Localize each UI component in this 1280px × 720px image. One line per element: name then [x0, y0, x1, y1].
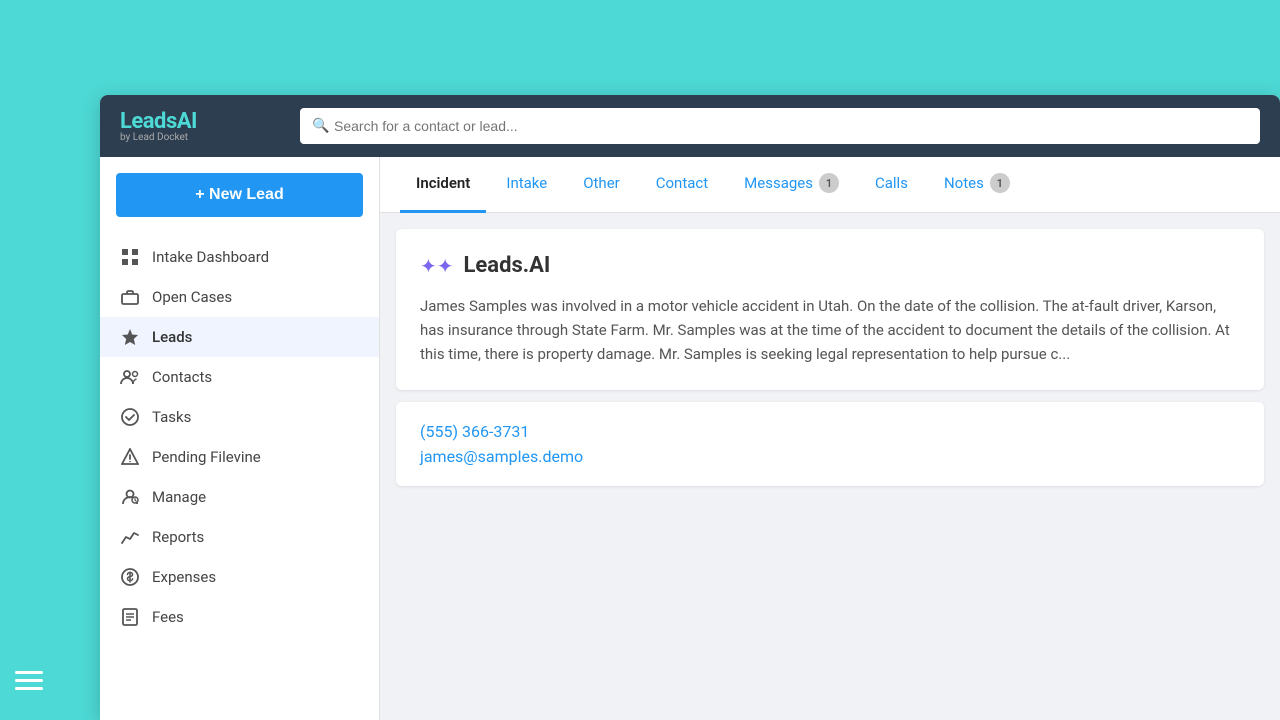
- sidebar-label-fees: Fees: [152, 608, 184, 626]
- people-icon: [120, 369, 140, 385]
- ai-header: ✦✦ Leads.AI: [420, 253, 1240, 278]
- sidebar-label-expenses: Expenses: [152, 568, 216, 586]
- hamburger-menu[interactable]: [15, 671, 43, 690]
- sidebar-label-intake-dashboard: Intake Dashboard: [152, 248, 269, 266]
- tab-intake[interactable]: Intake: [490, 157, 563, 213]
- content-area: ✦✦ Leads.AI James Samples was involved i…: [380, 213, 1280, 502]
- sidebar-label-contacts: Contacts: [152, 368, 212, 386]
- contact-phone[interactable]: (555) 366-3731: [420, 422, 1240, 441]
- tab-messages-label: Messages: [744, 174, 813, 192]
- messages-badge: 1: [819, 173, 839, 193]
- tab-contact[interactable]: Contact: [640, 157, 724, 213]
- tab-other-label: Other: [583, 174, 620, 192]
- search-wrapper: 🔍: [300, 108, 1260, 144]
- sidebar-item-open-cases[interactable]: Open Cases: [100, 277, 379, 317]
- logo-text: LeadsAI: [120, 109, 280, 134]
- logo-brand: Leads: [120, 109, 177, 134]
- tab-messages[interactable]: Messages 1: [728, 157, 855, 213]
- sidebar-item-reports[interactable]: Reports: [100, 517, 379, 557]
- search-icon: 🔍: [312, 118, 329, 134]
- hamburger-line-1: [15, 671, 43, 674]
- tabs-bar: Incident Intake Other Contact Messages 1…: [380, 157, 1280, 213]
- tab-intake-label: Intake: [506, 174, 547, 192]
- hamburger-line-3: [15, 687, 43, 690]
- briefcase-icon: [120, 289, 140, 305]
- grid-icon: [120, 248, 140, 266]
- sidebar-item-expenses[interactable]: Expenses: [100, 557, 379, 597]
- sidebar-item-leads[interactable]: Leads: [100, 317, 379, 357]
- sidebar-label-reports: Reports: [152, 528, 204, 546]
- sidebar: + New Lead Intake Dashboard: [100, 157, 380, 720]
- ai-title: Leads.AI: [464, 253, 551, 278]
- sidebar-label-open-cases: Open Cases: [152, 288, 232, 306]
- sidebar-item-fees[interactable]: Fees: [100, 597, 379, 637]
- contact-email[interactable]: james@samples.demo: [420, 447, 1240, 466]
- main-content: Incident Intake Other Contact Messages 1…: [380, 157, 1280, 720]
- tab-incident[interactable]: Incident: [400, 157, 486, 213]
- tab-incident-label: Incident: [416, 174, 470, 192]
- tab-notes-label: Notes: [944, 174, 984, 192]
- receipt-icon: [120, 608, 140, 626]
- sidebar-item-intake-dashboard[interactable]: Intake Dashboard: [100, 237, 379, 277]
- warning-icon: [120, 448, 140, 466]
- ai-description: James Samples was involved in a motor ve…: [420, 294, 1240, 366]
- tab-other[interactable]: Other: [567, 157, 636, 213]
- logo-area: LeadsAI by Lead Docket: [120, 109, 280, 143]
- tab-notes[interactable]: Notes 1: [928, 157, 1026, 213]
- ai-sparkle-icon: ✦✦: [420, 254, 454, 278]
- tab-calls[interactable]: Calls: [859, 157, 924, 213]
- check-circle-icon: [120, 408, 140, 426]
- sidebar-label-manage: Manage: [152, 488, 206, 506]
- hamburger-line-2: [15, 679, 43, 682]
- tab-contact-label: Contact: [656, 174, 708, 192]
- sidebar-item-contacts[interactable]: Contacts: [100, 357, 379, 397]
- sidebar-label-pending-filevine: Pending Filevine: [152, 448, 261, 466]
- new-lead-button[interactable]: + New Lead: [116, 173, 363, 217]
- logo-sub: by Lead Docket: [120, 132, 280, 143]
- sidebar-item-tasks[interactable]: Tasks: [100, 397, 379, 437]
- sidebar-item-manage[interactable]: Manage: [100, 477, 379, 517]
- logo-accent: AI: [177, 109, 197, 134]
- sidebar-label-leads: Leads: [152, 328, 192, 346]
- star-icon: [120, 328, 140, 346]
- tab-calls-label: Calls: [875, 174, 908, 192]
- chart-icon: [120, 529, 140, 545]
- app-container: LeadsAI by Lead Docket 🔍 + New Lead: [100, 95, 1280, 720]
- dollar-icon: [120, 568, 140, 586]
- contact-card: (555) 366-3731 james@samples.demo: [396, 402, 1264, 486]
- body-layout: + New Lead Intake Dashboard: [100, 157, 1280, 720]
- notes-badge: 1: [990, 173, 1010, 193]
- manage-icon: [120, 488, 140, 506]
- sidebar-label-tasks: Tasks: [152, 408, 191, 426]
- search-input[interactable]: [300, 108, 1260, 144]
- ai-card: ✦✦ Leads.AI James Samples was involved i…: [396, 229, 1264, 390]
- top-nav: LeadsAI by Lead Docket 🔍: [100, 95, 1280, 157]
- sidebar-item-pending-filevine[interactable]: Pending Filevine: [100, 437, 379, 477]
